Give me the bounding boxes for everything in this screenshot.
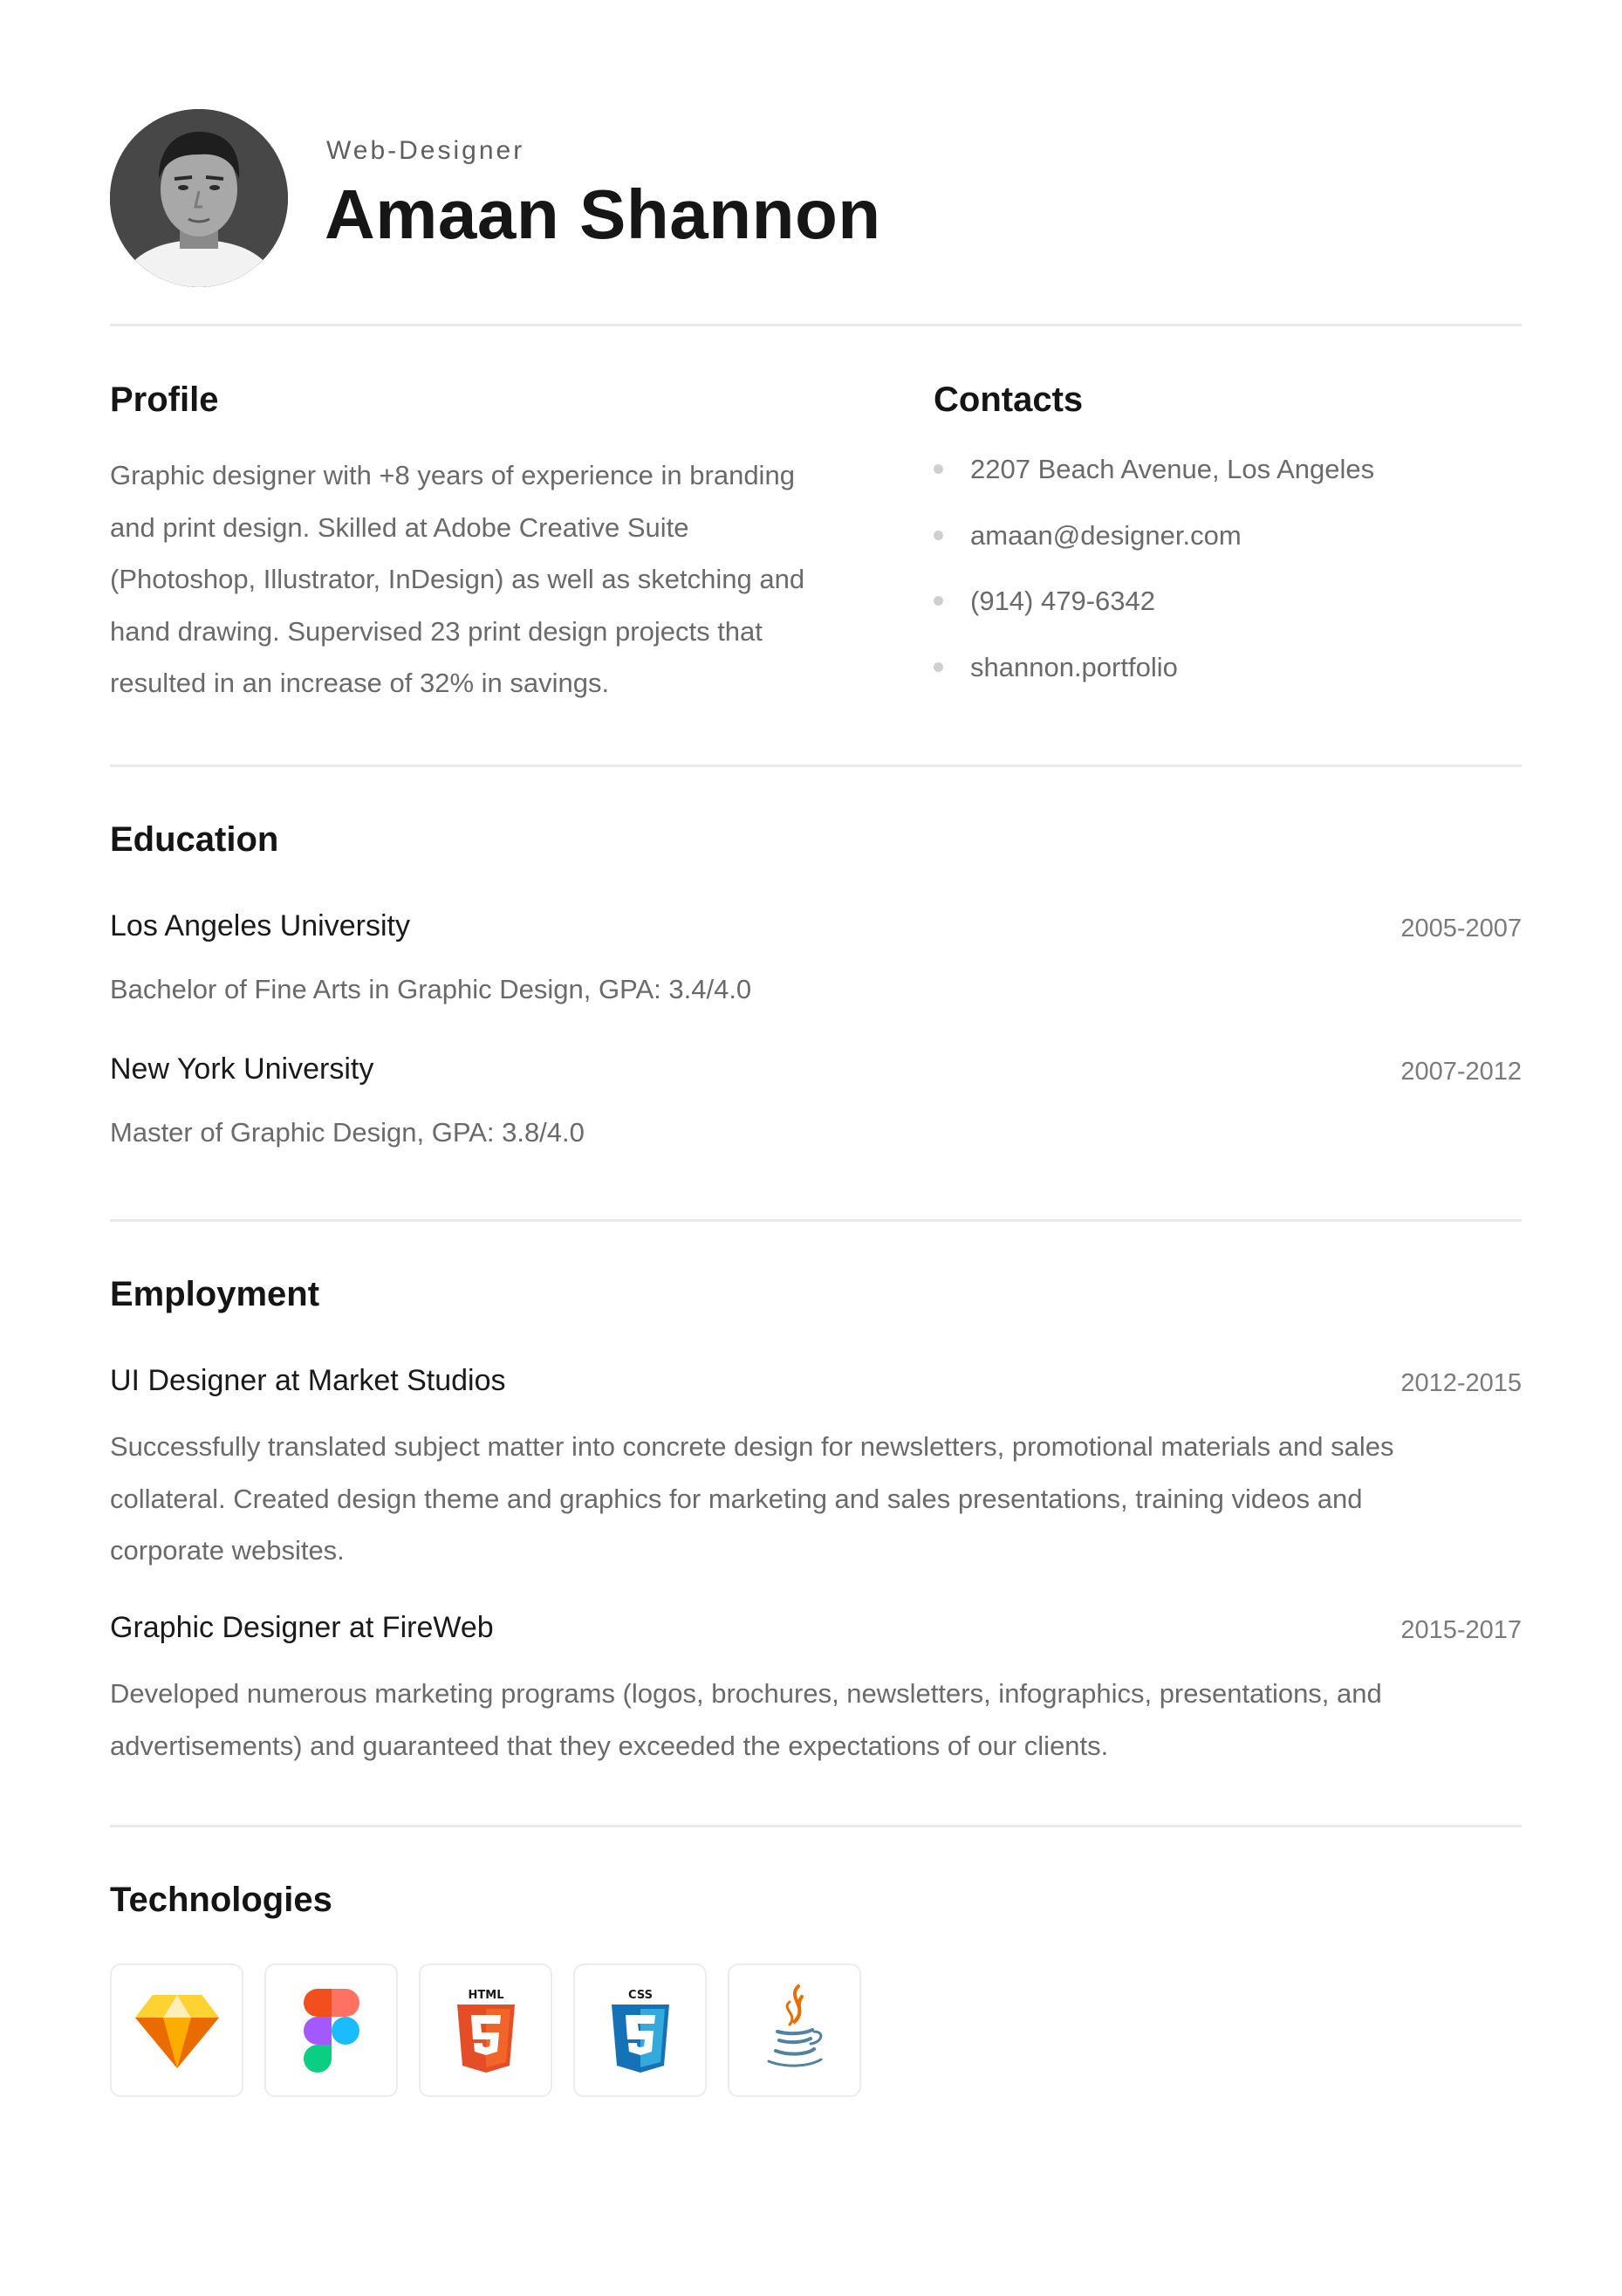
css-label: CSS [628,1989,653,2002]
employment-title: UI Designer at Market Studios [110,1364,506,1397]
divider [110,1825,1522,1827]
profile-photo [110,109,288,287]
tech-card-java [728,1964,861,2097]
profile-heading: Profile [110,380,219,419]
profile-line: (Photoshop, Illustrator, InDesign) as we… [110,564,805,594]
contacts-list: 2207 Beach Avenue, Los Angeles amaan@des… [934,447,1501,710]
contact-phone: (914) 479-6342 [934,579,1501,645]
description-line: advertisements) and guaranteed that they… [110,1730,1109,1761]
css3-icon: CSS [611,1989,669,2073]
description-line: corporate websites. [110,1535,345,1566]
education-heading: Education [110,820,279,859]
employment-title: Graphic Designer at FireWeb [110,1611,494,1644]
divider [110,324,1522,326]
contact-address: 2207 Beach Avenue, Los Angeles [934,447,1501,513]
bullet-icon [934,530,943,540]
description-line: collateral. Created design theme and gra… [110,1483,1363,1514]
education-date: 2005-2007 [1400,915,1522,942]
person-name: Amaan Shannon [325,175,881,253]
description-line: Developed numerous marketing programs (l… [110,1678,1382,1709]
html-label: HTML [468,1989,503,2002]
resume-page: Web-Designer Amaan Shannon Profile Graph… [0,0,1622,2296]
employment-description: Developed numerous marketing programs (l… [110,1668,1523,1772]
education-detail: Master of Graphic Design, GPA: 3.8/4.0 [110,1117,585,1148]
bullet-icon [934,464,943,474]
description-line: Successfully translated subject matter i… [110,1431,1394,1462]
education-title: Los Angeles University [110,909,410,942]
bullet-icon [934,596,943,606]
technologies-list: HTML CSS [110,1964,861,2097]
divider [110,1219,1522,1222]
tech-card-css3: CSS [573,1964,707,2097]
employment-heading: Employment [110,1275,320,1313]
employment-date: 2012-2015 [1400,1369,1522,1397]
contact-portfolio[interactable]: shannon.portfolio [934,645,1501,711]
html5-icon: HTML [456,1989,515,2073]
tech-card-html5: HTML [419,1964,552,2097]
sketch-icon [134,1994,219,2068]
education-date: 2007-2012 [1400,1058,1522,1086]
profile-line: resulted in an increase of 32% in saving… [110,668,610,698]
employment-date: 2015-2017 [1400,1616,1522,1644]
employment-description: Successfully translated subject matter i… [110,1421,1523,1577]
technologies-heading: Technologies [110,1881,332,1919]
profile-line: hand drawing. Supervised 23 print design… [110,615,763,647]
tech-card-figma [264,1964,398,2097]
profile-line: Graphic designer with +8 years of experi… [110,460,795,490]
contacts-heading: Contacts [934,380,1084,419]
education-title: New York University [110,1052,374,1086]
avatar [110,109,288,287]
contact-email[interactable]: amaan@designer.com [934,513,1501,579]
divider [110,764,1522,767]
contact-text: (914) 479-6342 [970,586,1155,616]
education-detail: Bachelor of Fine Arts in Graphic Design,… [110,974,752,1004]
contact-text: amaan@designer.com [970,519,1242,551]
profile-text: Graphic designer with +8 years of experi… [110,449,878,709]
tech-card-sketch [110,1964,243,2097]
bullet-icon [934,661,943,672]
contact-text: shannon.portfolio [970,651,1178,682]
job-title: Web-Designer [326,136,525,165]
figma-icon [303,1988,359,2073]
profile-line: and print design. Skilled at Adobe Creat… [110,511,689,543]
java-icon [767,1984,822,2066]
contact-text: 2207 Beach Avenue, Los Angeles [970,454,1375,484]
